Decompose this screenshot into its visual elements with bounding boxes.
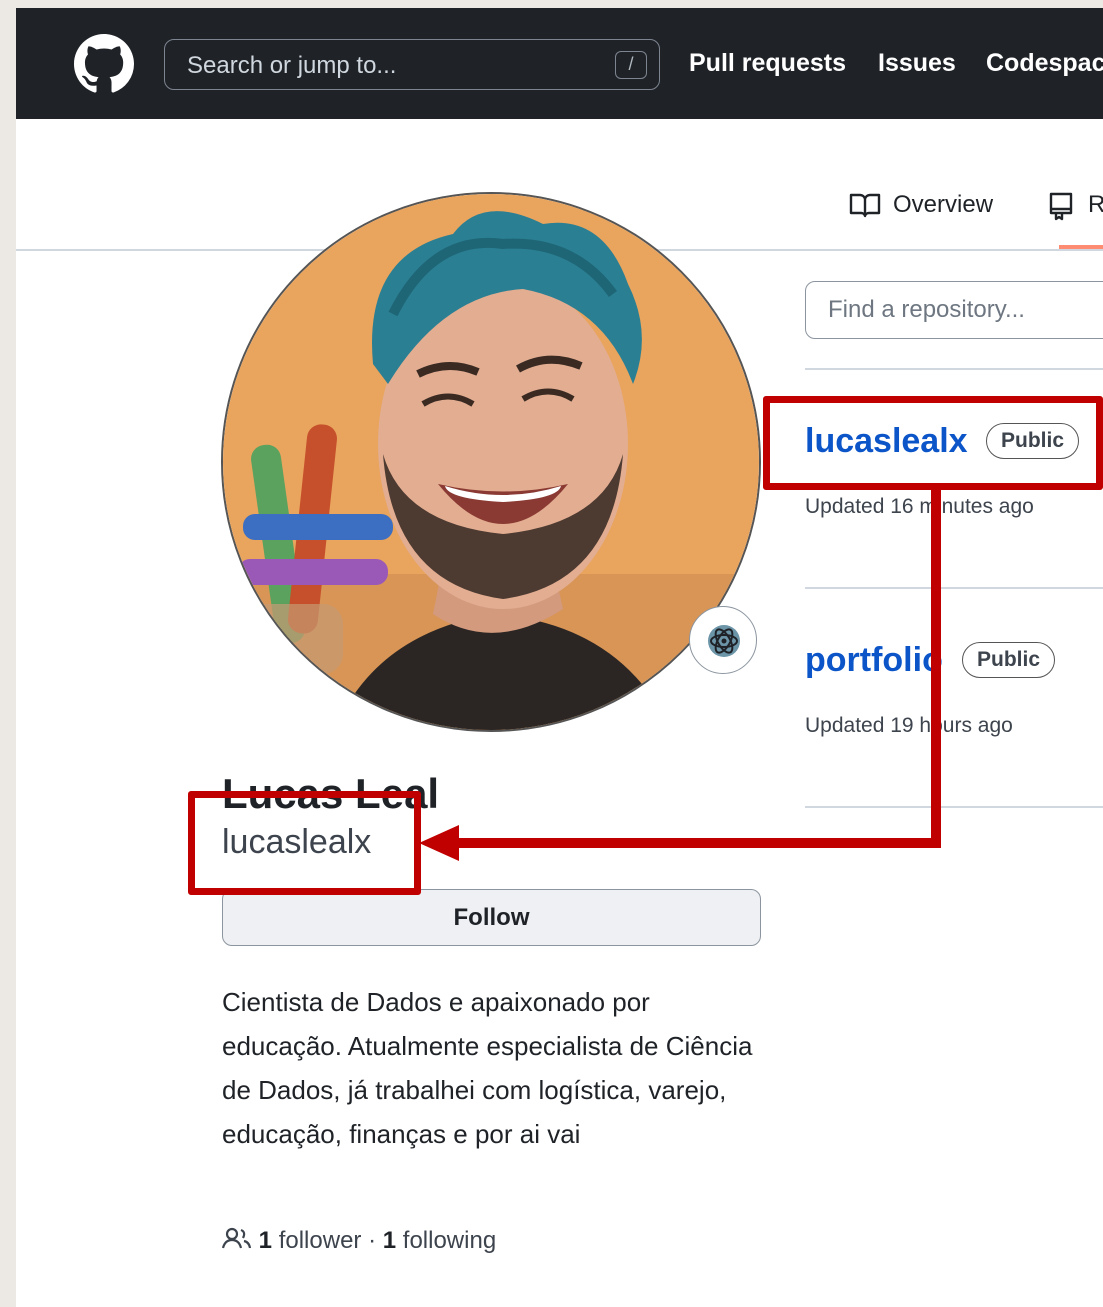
profile-avatar[interactable] xyxy=(221,192,761,732)
search-placeholder: Search or jump to... xyxy=(187,52,397,79)
followers-label[interactable]: follower xyxy=(279,1227,362,1254)
repo-link[interactable]: portfolio xyxy=(805,641,943,680)
people-icon xyxy=(221,1227,252,1249)
global-search-input[interactable]: Search or jump to... / xyxy=(164,39,660,90)
nav-issues[interactable]: Issues xyxy=(878,49,956,78)
followers-count[interactable]: 1 xyxy=(259,1227,272,1254)
atom-emoji-icon xyxy=(708,625,740,657)
annotation-box-repo xyxy=(763,396,1103,490)
find-repository-input[interactable] xyxy=(805,281,1103,339)
avatar-photo xyxy=(223,194,759,730)
global-header: Search or jump to... / Pull requests Iss… xyxy=(16,8,1103,119)
stats-separator: · xyxy=(368,1227,377,1254)
github-logo-icon[interactable] xyxy=(74,34,134,94)
repo-updated-time: Updated 16 minutes ago xyxy=(805,495,1034,518)
following-label[interactable]: following xyxy=(403,1227,496,1254)
visibility-badge: Public xyxy=(962,642,1056,678)
following-count[interactable]: 1 xyxy=(383,1227,396,1254)
repo-updated-time: Updated 19 hours ago xyxy=(805,714,1013,737)
profile-status-badge[interactable] xyxy=(689,606,757,674)
follow-button[interactable]: Follow xyxy=(222,889,761,946)
follow-stats: 1 follower · 1 following xyxy=(221,1227,496,1255)
annotation-arrowhead-icon xyxy=(419,825,459,861)
nav-pull-requests[interactable]: Pull requests xyxy=(689,49,846,78)
repo-list-divider xyxy=(805,587,1103,589)
profile-bio: Cientista de Dados e apaixonado por educ… xyxy=(222,987,753,1149)
tab-overview-label: Overview xyxy=(893,191,994,218)
nav-codespaces[interactable]: Codespaces xyxy=(986,49,1103,78)
tab-repositories-label: Repositories xyxy=(1088,191,1103,218)
annotation-connector-horizontal xyxy=(456,838,941,848)
repo-list-divider xyxy=(805,806,1103,808)
browser-page: Search or jump to... / Pull requests Iss… xyxy=(16,8,1103,1307)
annotation-box-username xyxy=(188,791,421,895)
book-icon xyxy=(849,193,881,218)
annotation-connector-vertical xyxy=(931,490,941,848)
search-shortcut-key: / xyxy=(615,51,647,79)
repo-icon xyxy=(1049,192,1073,221)
repo-list-divider xyxy=(805,368,1103,370)
